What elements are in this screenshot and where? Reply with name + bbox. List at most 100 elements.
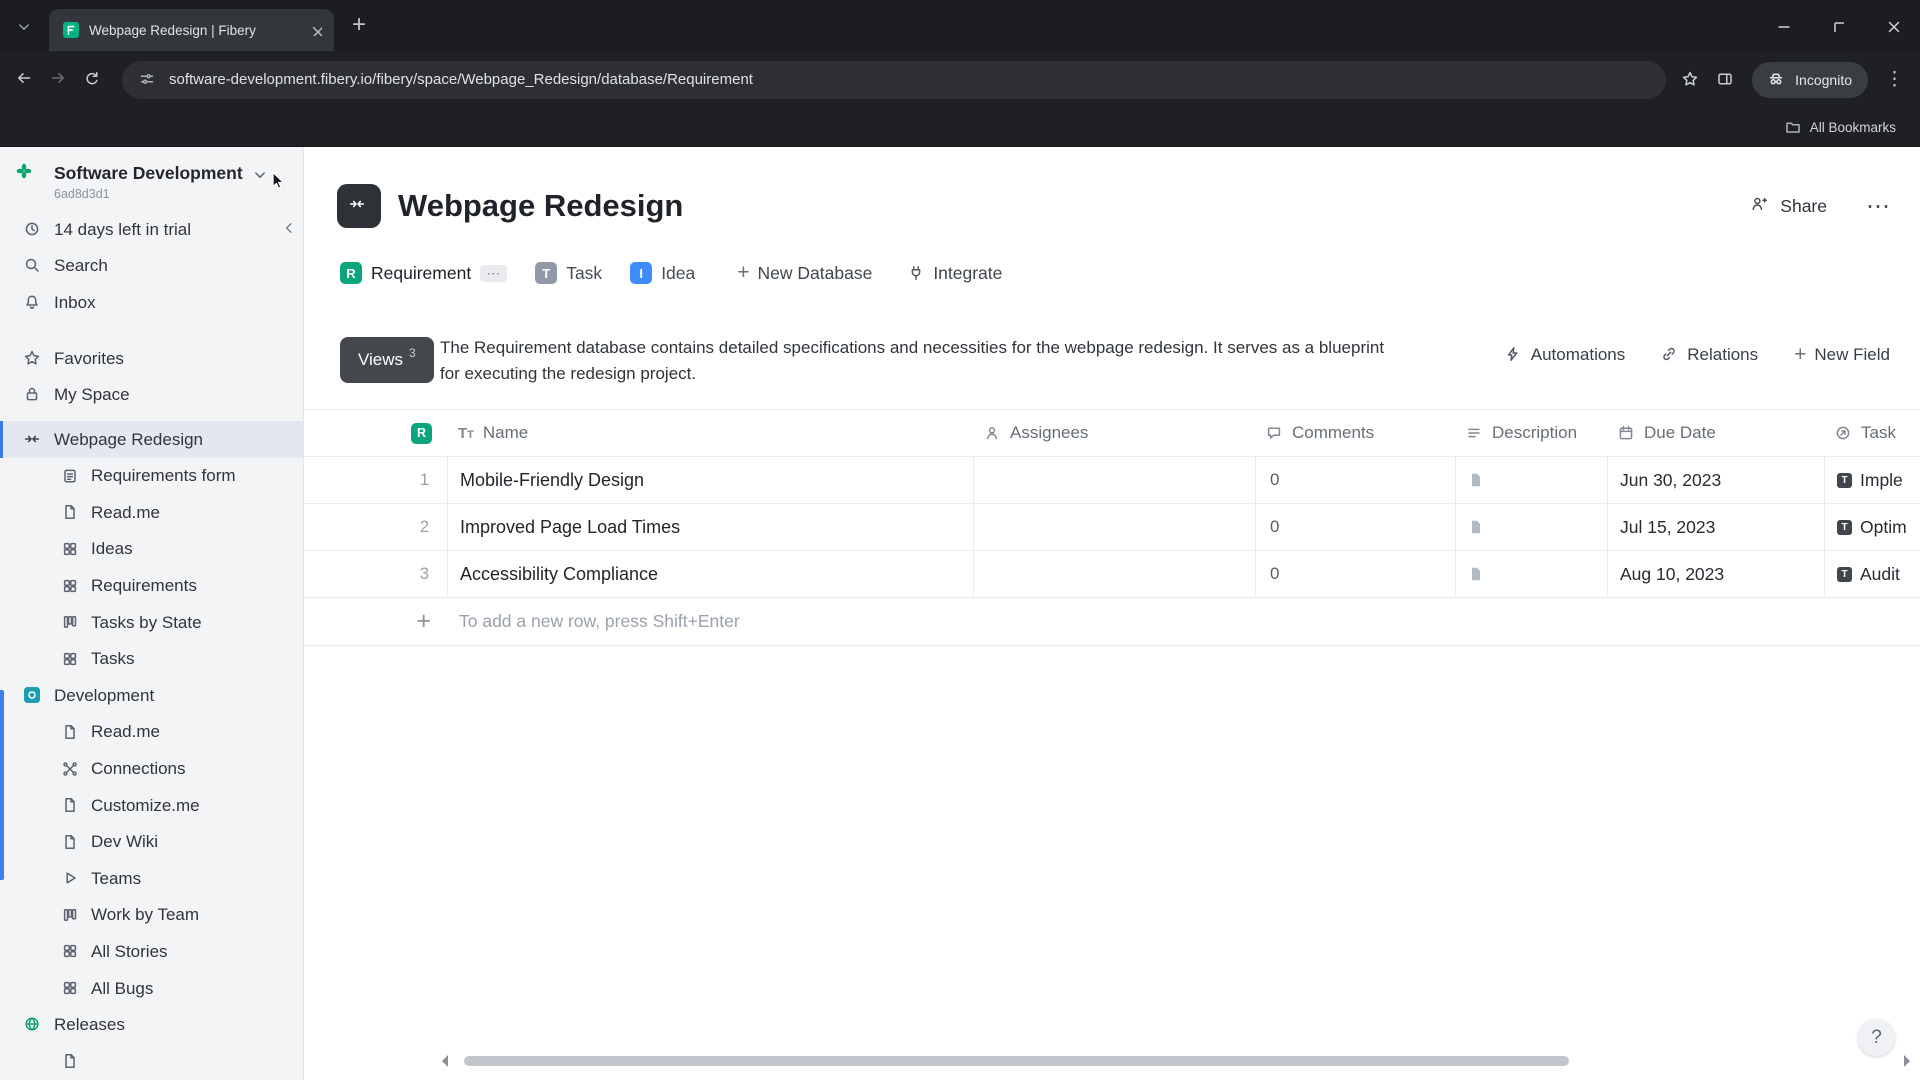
tab-more-icon[interactable]: ⋯	[480, 264, 508, 282]
collapse-sidebar-button[interactable]	[337, 184, 381, 228]
sidebar-item-my-space[interactable]: My Space	[0, 377, 303, 414]
sidebar-item-search[interactable]: Search	[0, 248, 303, 285]
window-close-icon[interactable]	[1886, 19, 1900, 33]
assignees-cell[interactable]	[973, 551, 1255, 597]
name-cell[interactable]: Improved Page Load Times	[447, 504, 973, 550]
assignees-cell[interactable]	[973, 457, 1255, 503]
sidebar-item-inbox[interactable]: Inbox	[0, 285, 303, 322]
sidebar-item-customize-me[interactable]: Customize.me	[0, 787, 303, 824]
add-row-plus-icon[interactable]: +	[304, 598, 447, 645]
mouse-cursor	[272, 171, 284, 189]
name-cell[interactable]: Accessibility Compliance	[447, 551, 973, 597]
share-button[interactable]: Share	[1751, 196, 1827, 217]
column-header-assignees[interactable]: Assignees	[973, 410, 1255, 456]
more-menu-icon[interactable]: ⋯	[1866, 192, 1892, 221]
tab-search-chevron-icon[interactable]	[16, 19, 30, 33]
hscroll-left-arrow[interactable]	[442, 1055, 448, 1067]
new-field-button[interactable]: + New Field	[1794, 344, 1890, 365]
task-cell[interactable]: T Audit	[1824, 551, 1920, 597]
sidebar-item-ideas[interactable]: Ideas	[0, 531, 303, 568]
sidebar-item-development[interactable]: Development	[0, 678, 303, 715]
sidebar-item-requirements[interactable]: Requirements	[0, 568, 303, 605]
bookmarks-bar: All Bookmarks	[0, 108, 1920, 147]
column-header-description[interactable]: Description	[1455, 410, 1607, 456]
column-header-name[interactable]: TT Name	[447, 410, 973, 456]
sidebar-item-releases[interactable]: Releases	[0, 1007, 303, 1044]
column-label: Name	[482, 423, 529, 442]
automations-label: Automations	[1530, 345, 1626, 364]
relations-button[interactable]: Relations	[1661, 345, 1758, 365]
sidebar-item-requirements-form[interactable]: Requirements form	[0, 458, 303, 495]
sidebar-item-readme[interactable]: Read.me	[0, 495, 303, 532]
sidebar-item-connections[interactable]: Connections	[0, 751, 303, 788]
table-row[interactable]: 3 Accessibility Compliance 0 Aug 10, 202…	[304, 551, 1920, 598]
address-bar[interactable]: software-development.fibery.io/fibery/sp…	[122, 60, 1667, 99]
description-cell[interactable]	[1455, 457, 1607, 503]
comments-cell[interactable]: 0	[1255, 504, 1455, 550]
clock-icon	[25, 222, 39, 236]
assignees-cell[interactable]	[973, 504, 1255, 550]
column-label: Due Date	[1644, 423, 1716, 442]
sidebar-collapse-icon[interactable]	[281, 220, 297, 236]
all-bookmarks-button[interactable]: All Bookmarks	[1810, 120, 1896, 135]
window-minimize-icon[interactable]	[1776, 19, 1790, 33]
site-info-icon[interactable]	[139, 71, 156, 88]
comments-cell[interactable]: 0	[1255, 551, 1455, 597]
forward-icon[interactable]	[50, 70, 70, 90]
chevron-down-icon[interactable]	[252, 167, 266, 181]
sidebar-item-work-by-team[interactable]: Work by Team	[0, 897, 303, 934]
due-date-cell[interactable]: Aug 10, 2023	[1607, 551, 1824, 597]
column-header-comments[interactable]: Comments	[1255, 410, 1455, 456]
tab-task[interactable]: T Task	[535, 262, 602, 284]
description-cell[interactable]	[1455, 504, 1607, 550]
sidebar-item-readme-dev[interactable]: Read.me	[0, 714, 303, 751]
sidebar-item-all-bugs[interactable]: All Bugs	[0, 970, 303, 1007]
integrate-button[interactable]: Integrate	[908, 263, 1002, 284]
sidebar-item-tasks[interactable]: Tasks	[0, 641, 303, 678]
trial-banner[interactable]: 14 days left in trial	[0, 211, 303, 248]
sidebar-item-tasks-by-state[interactable]: Tasks by State	[0, 604, 303, 641]
plus-icon: +	[737, 261, 750, 284]
due-date-cell[interactable]: Jul 15, 2023	[1607, 504, 1824, 550]
sidebar-item-dev-wiki[interactable]: Dev Wiki	[0, 824, 303, 861]
grid-icon	[63, 945, 77, 958]
back-icon[interactable]	[16, 70, 36, 90]
browser-menu-icon[interactable]: ⋮	[1885, 68, 1904, 91]
task-cell[interactable]: T Optim	[1824, 504, 1920, 550]
help-button[interactable]: ?	[1858, 1019, 1895, 1056]
window-maximize-icon[interactable]	[1832, 20, 1844, 32]
hscroll-right-arrow[interactable]	[1904, 1055, 1910, 1067]
browser-tab-strip: Webpage Redesign | Fibery +	[0, 0, 1920, 51]
url-text[interactable]: software-development.fibery.io/fibery/sp…	[169, 71, 753, 88]
table-row[interactable]: 1 Mobile-Friendly Design 0 Jun 30, 2023 …	[304, 457, 1920, 504]
browser-tab[interactable]: Webpage Redesign | Fibery	[49, 9, 334, 51]
comments-cell[interactable]: 0	[1255, 457, 1455, 503]
tab-close-icon[interactable]	[310, 24, 322, 36]
automations-button[interactable]: Automations	[1505, 345, 1626, 365]
sidebar-item-label: Ideas	[91, 539, 133, 559]
column-header-due-date[interactable]: Due Date	[1607, 410, 1824, 456]
column-header-task[interactable]: Task	[1824, 410, 1920, 456]
table-row[interactable]: 2 Improved Page Load Times 0 Jul 15, 202…	[304, 504, 1920, 551]
reload-icon[interactable]	[84, 71, 102, 89]
views-button[interactable]: Views 3	[340, 337, 434, 383]
new-tab-button[interactable]: +	[352, 10, 366, 40]
description-cell[interactable]	[1455, 551, 1607, 597]
horizontal-scrollbar[interactable]	[464, 1056, 1569, 1066]
sidebar-item-favorites[interactable]: Favorites	[0, 340, 303, 377]
sidebar-item-teams[interactable]: Teams	[0, 861, 303, 898]
workspace-switcher[interactable]: Software Development 6ad8d3d1	[0, 157, 303, 211]
bookmark-star-icon[interactable]	[1682, 71, 1700, 89]
add-row[interactable]: + To add a new row, press Shift+Enter	[304, 598, 1920, 646]
tab-idea[interactable]: I Idea	[630, 262, 695, 284]
new-database-button[interactable]: + New Database	[737, 261, 872, 284]
task-cell[interactable]: T Imple	[1824, 457, 1920, 503]
sidebar-item-all-stories[interactable]: All Stories	[0, 934, 303, 971]
tab-requirement[interactable]: R Requirement ⋯	[340, 262, 508, 284]
sidebar-item-partial[interactable]	[0, 1043, 303, 1080]
due-date-cell[interactable]: Jun 30, 2023	[1607, 457, 1824, 503]
side-panel-icon[interactable]	[1717, 71, 1735, 89]
tab-label: Idea	[661, 262, 696, 283]
name-cell[interactable]: Mobile-Friendly Design	[447, 457, 973, 503]
sidebar-item-webpage-redesign[interactable]: Webpage Redesign	[0, 421, 303, 458]
